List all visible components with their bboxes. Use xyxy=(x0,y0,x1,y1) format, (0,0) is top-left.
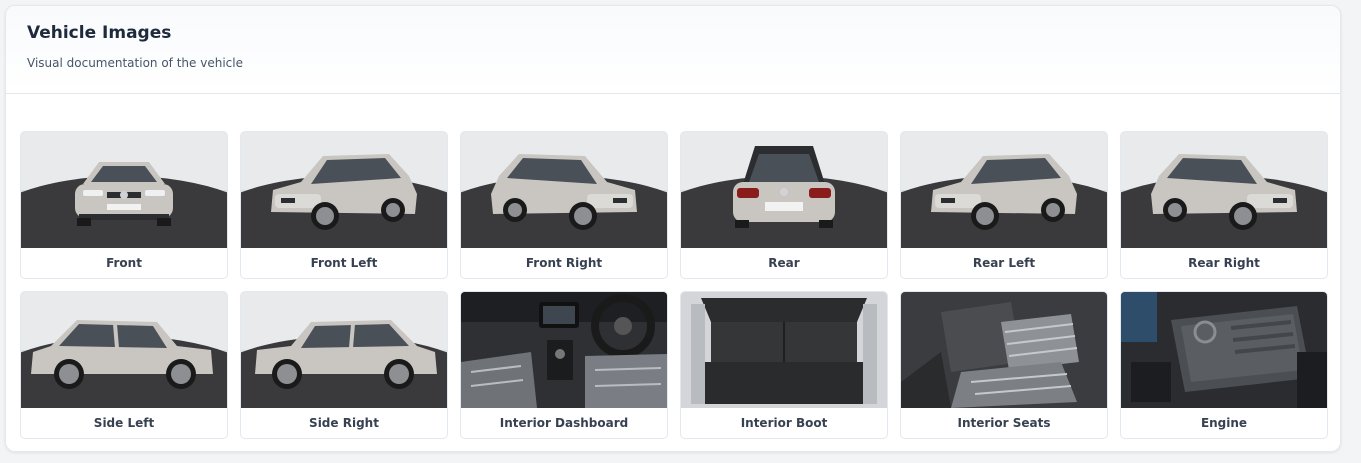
image-label: Front xyxy=(106,256,142,270)
image-label: Side Left xyxy=(93,416,155,430)
interior-dashboard-photo[interactable] xyxy=(461,292,667,408)
image-tile-front[interactable]: Front xyxy=(20,131,228,279)
image-tile-engine[interactable]: Engine xyxy=(1120,291,1328,439)
section-subtitle: Visual documentation of the vehicle xyxy=(27,56,243,70)
front-right-photo[interactable] xyxy=(461,132,667,248)
vehicle-images-card: Vehicle Images Visual documentation of t… xyxy=(5,5,1341,452)
card-header: Vehicle Images Visual documentation of t… xyxy=(6,6,1340,94)
image-label: Front Right xyxy=(525,256,603,270)
image-label: Side Right xyxy=(309,416,379,430)
side-right-photo[interactable] xyxy=(241,292,447,408)
section-title: Vehicle Images xyxy=(27,23,172,43)
engine-photo[interactable] xyxy=(1121,292,1327,408)
image-label: Interior Boot xyxy=(740,416,828,430)
image-grid: Front Front Left Front Right Rear Rear Left R… xyxy=(20,131,1328,439)
image-label: Front Left xyxy=(310,256,378,270)
image-tile-interior-boot[interactable]: Interior Boot xyxy=(680,291,888,439)
image-tile-rear-left[interactable]: Rear Left xyxy=(900,131,1108,279)
rear-left-photo[interactable] xyxy=(901,132,1107,248)
front-photo[interactable] xyxy=(21,132,227,248)
rear-photo[interactable] xyxy=(681,132,887,248)
image-label: Interior Seats xyxy=(957,416,1051,430)
image-tile-rear-right[interactable]: Rear Right xyxy=(1120,131,1328,279)
front-left-photo[interactable] xyxy=(241,132,447,248)
image-label: Rear Left xyxy=(972,256,1036,270)
interior-seats-photo[interactable] xyxy=(901,292,1107,408)
image-tile-front-left[interactable]: Front Left xyxy=(240,131,448,279)
image-tile-rear[interactable]: Rear xyxy=(680,131,888,279)
rear-right-photo[interactable] xyxy=(1121,132,1327,248)
image-tile-side-right[interactable]: Side Right xyxy=(240,291,448,439)
image-label: Rear xyxy=(768,256,800,270)
image-tile-interior-seats[interactable]: Interior Seats xyxy=(900,291,1108,439)
image-label: Interior Dashboard xyxy=(499,416,629,430)
side-left-photo[interactable] xyxy=(21,292,227,408)
image-tile-side-left[interactable]: Side Left xyxy=(20,291,228,439)
interior-boot-photo[interactable] xyxy=(681,292,887,408)
image-tile-interior-dashboard[interactable]: Interior Dashboard xyxy=(460,291,668,439)
image-label: Rear Right xyxy=(1188,256,1260,270)
image-tile-front-right[interactable]: Front Right xyxy=(460,131,668,279)
image-label: Engine xyxy=(1200,416,1248,430)
